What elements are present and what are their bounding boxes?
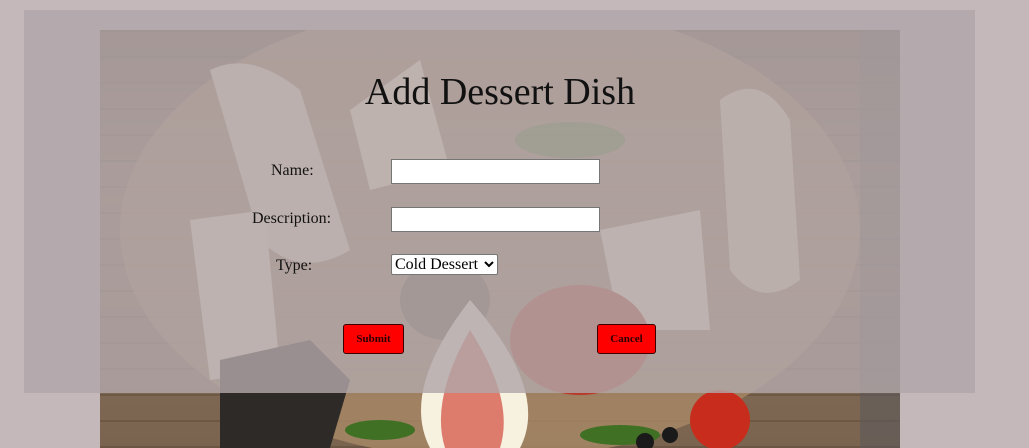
type-select[interactable]: Cold Dessert (391, 254, 498, 275)
description-input[interactable] (391, 207, 600, 232)
chevron-down-icon (484, 261, 494, 268)
page-title: Add Dessert Dish (364, 71, 636, 113)
type-select-value: Cold Dessert (395, 255, 479, 273)
name-label: Name: (271, 162, 314, 179)
page: Add Dessert Dish Name: Description: Type… (0, 0, 1029, 448)
cancel-button[interactable]: Cancel (597, 324, 656, 354)
description-label: Description: (252, 210, 332, 227)
name-input[interactable] (391, 159, 600, 184)
submit-button[interactable]: Submit (343, 324, 404, 354)
type-label: Type: (276, 257, 313, 274)
form-overlay-panel (24, 10, 975, 393)
